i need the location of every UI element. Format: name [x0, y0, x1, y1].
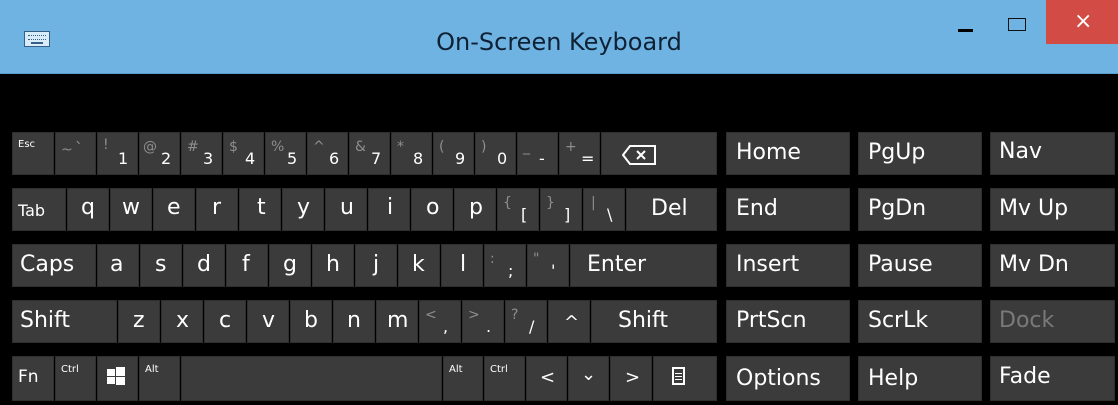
key-y[interactable]: y — [282, 188, 324, 231]
title-bar[interactable]: On-Screen Keyboard × — [0, 0, 1118, 74]
key-space[interactable] — [181, 356, 442, 401]
key-mv-up[interactable]: Mv Up — [990, 188, 1115, 231]
key-down-arrow[interactable]: ⌄ — [568, 356, 609, 401]
key-tab[interactable]: Tab — [12, 188, 66, 231]
on-screen-keyboard-window: On-Screen Keyboard × Esc ~ ` ! 1 @2 #3 $4 … — [0, 0, 1118, 405]
key-help[interactable]: Help — [858, 356, 982, 401]
key-pause[interactable]: Pause — [858, 244, 982, 287]
key-t[interactable]: t — [239, 188, 281, 231]
key-left-bracket[interactable]: {[ — [497, 188, 539, 231]
key-m[interactable]: m — [376, 300, 418, 343]
left-arrow-icon: < — [540, 367, 556, 388]
key-8[interactable]: * 8 — [391, 132, 432, 175]
key-esc[interactable]: Esc — [12, 132, 54, 175]
key-shift-left[interactable]: Shift — [12, 300, 117, 343]
key-z[interactable]: z — [118, 300, 160, 343]
key-mv-dn[interactable]: Mv Dn — [990, 244, 1115, 287]
key-pgdn[interactable]: PgDn — [858, 188, 982, 231]
key-h[interactable]: h — [312, 244, 354, 287]
key-period[interactable]: >. — [462, 300, 504, 343]
key-1[interactable]: ! 1 — [97, 132, 138, 175]
key-backtick[interactable]: ~ ` — [55, 132, 96, 175]
key-s[interactable]: s — [140, 244, 182, 287]
key-ctrl-right[interactable]: Ctrl — [484, 356, 525, 401]
key-9[interactable]: (9 — [433, 132, 474, 175]
key-semicolon[interactable]: :; — [484, 244, 526, 287]
key-options[interactable]: Options — [726, 356, 850, 401]
key-n[interactable]: n — [333, 300, 375, 343]
right-arrow-icon: > — [625, 367, 641, 388]
key-6[interactable]: ^ 6 — [307, 132, 348, 175]
key-windows[interactable] — [97, 356, 138, 401]
maximize-icon — [1008, 18, 1026, 31]
menu-icon — [672, 367, 685, 385]
key-e[interactable]: e — [153, 188, 195, 231]
down-arrow-icon: ⌄ — [581, 364, 597, 385]
key-shift-right[interactable]: Shift — [591, 300, 717, 343]
key-left-arrow[interactable]: < — [526, 356, 567, 401]
key-d[interactable]: d — [183, 244, 225, 287]
key-ctrl-left[interactable]: Ctrl — [55, 356, 96, 401]
key-backspace[interactable] — [601, 132, 717, 175]
key-up-arrow[interactable]: ^ — [548, 300, 590, 343]
key-k[interactable]: k — [398, 244, 440, 287]
key-quote[interactable]: " ' — [527, 244, 569, 287]
key-a[interactable]: a — [97, 244, 139, 287]
key-comma[interactable]: <, — [419, 300, 461, 343]
key-l[interactable]: l — [441, 244, 483, 287]
maximize-button[interactable] — [998, 0, 1042, 44]
key-i[interactable]: i — [368, 188, 410, 231]
key-home[interactable]: Home — [726, 132, 850, 175]
close-button[interactable]: × — [1046, 0, 1118, 44]
key-5[interactable]: % 5 — [265, 132, 306, 175]
key-slash[interactable]: ? / — [505, 300, 547, 343]
key-equals[interactable]: + = — [559, 132, 600, 175]
key-g[interactable]: g — [269, 244, 311, 287]
key-alt-right[interactable]: Alt — [443, 356, 483, 401]
key-j[interactable]: j — [355, 244, 397, 287]
key-backslash[interactable]: | \ — [583, 188, 625, 231]
minimize-button[interactable] — [945, 0, 987, 44]
key-minus[interactable]: _ - — [517, 132, 558, 175]
key-p[interactable]: p — [454, 188, 496, 231]
key-insert[interactable]: Insert — [726, 244, 850, 287]
key-alt-left[interactable]: Alt — [139, 356, 180, 401]
windows-icon — [107, 367, 125, 385]
key-v[interactable]: v — [247, 300, 289, 343]
key-scrlk[interactable]: ScrLk — [858, 300, 982, 343]
key-w[interactable]: w — [110, 188, 152, 231]
key-fn[interactable]: Fn — [12, 356, 54, 401]
close-icon: × — [1074, 9, 1093, 34]
backspace-icon — [622, 145, 656, 165]
key-r[interactable]: r — [196, 188, 238, 231]
key-menu[interactable] — [653, 356, 717, 401]
key-2[interactable]: @2 — [139, 132, 180, 175]
key-pgup[interactable]: PgUp — [858, 132, 982, 175]
key-7[interactable]: & 7 — [349, 132, 390, 175]
key-f[interactable]: f — [226, 244, 268, 287]
key-3[interactable]: #3 — [181, 132, 222, 175]
key-right-arrow[interactable]: > — [610, 356, 652, 401]
key-4[interactable]: $4 — [223, 132, 264, 175]
key-u[interactable]: u — [325, 188, 367, 231]
minimize-icon — [958, 29, 973, 32]
key-end[interactable]: End — [726, 188, 850, 231]
key-enter[interactable]: Enter — [570, 244, 717, 287]
up-arrow-icon: ^ — [564, 312, 580, 333]
key-o[interactable]: o — [411, 188, 453, 231]
key-0[interactable]: ) 0 — [475, 132, 516, 175]
key-dock: Dock — [990, 300, 1115, 343]
key-nav[interactable]: Nav — [990, 132, 1115, 175]
key-prtscn[interactable]: PrtScn — [726, 300, 850, 343]
key-fade[interactable]: Fade — [990, 356, 1115, 401]
key-right-bracket[interactable]: }] — [540, 188, 582, 231]
key-c[interactable]: c — [204, 300, 246, 343]
key-del[interactable]: Del — [626, 188, 717, 231]
key-q[interactable]: q — [67, 188, 109, 231]
key-caps[interactable]: Caps — [12, 244, 96, 287]
key-x[interactable]: x — [161, 300, 203, 343]
key-b[interactable]: b — [290, 300, 332, 343]
